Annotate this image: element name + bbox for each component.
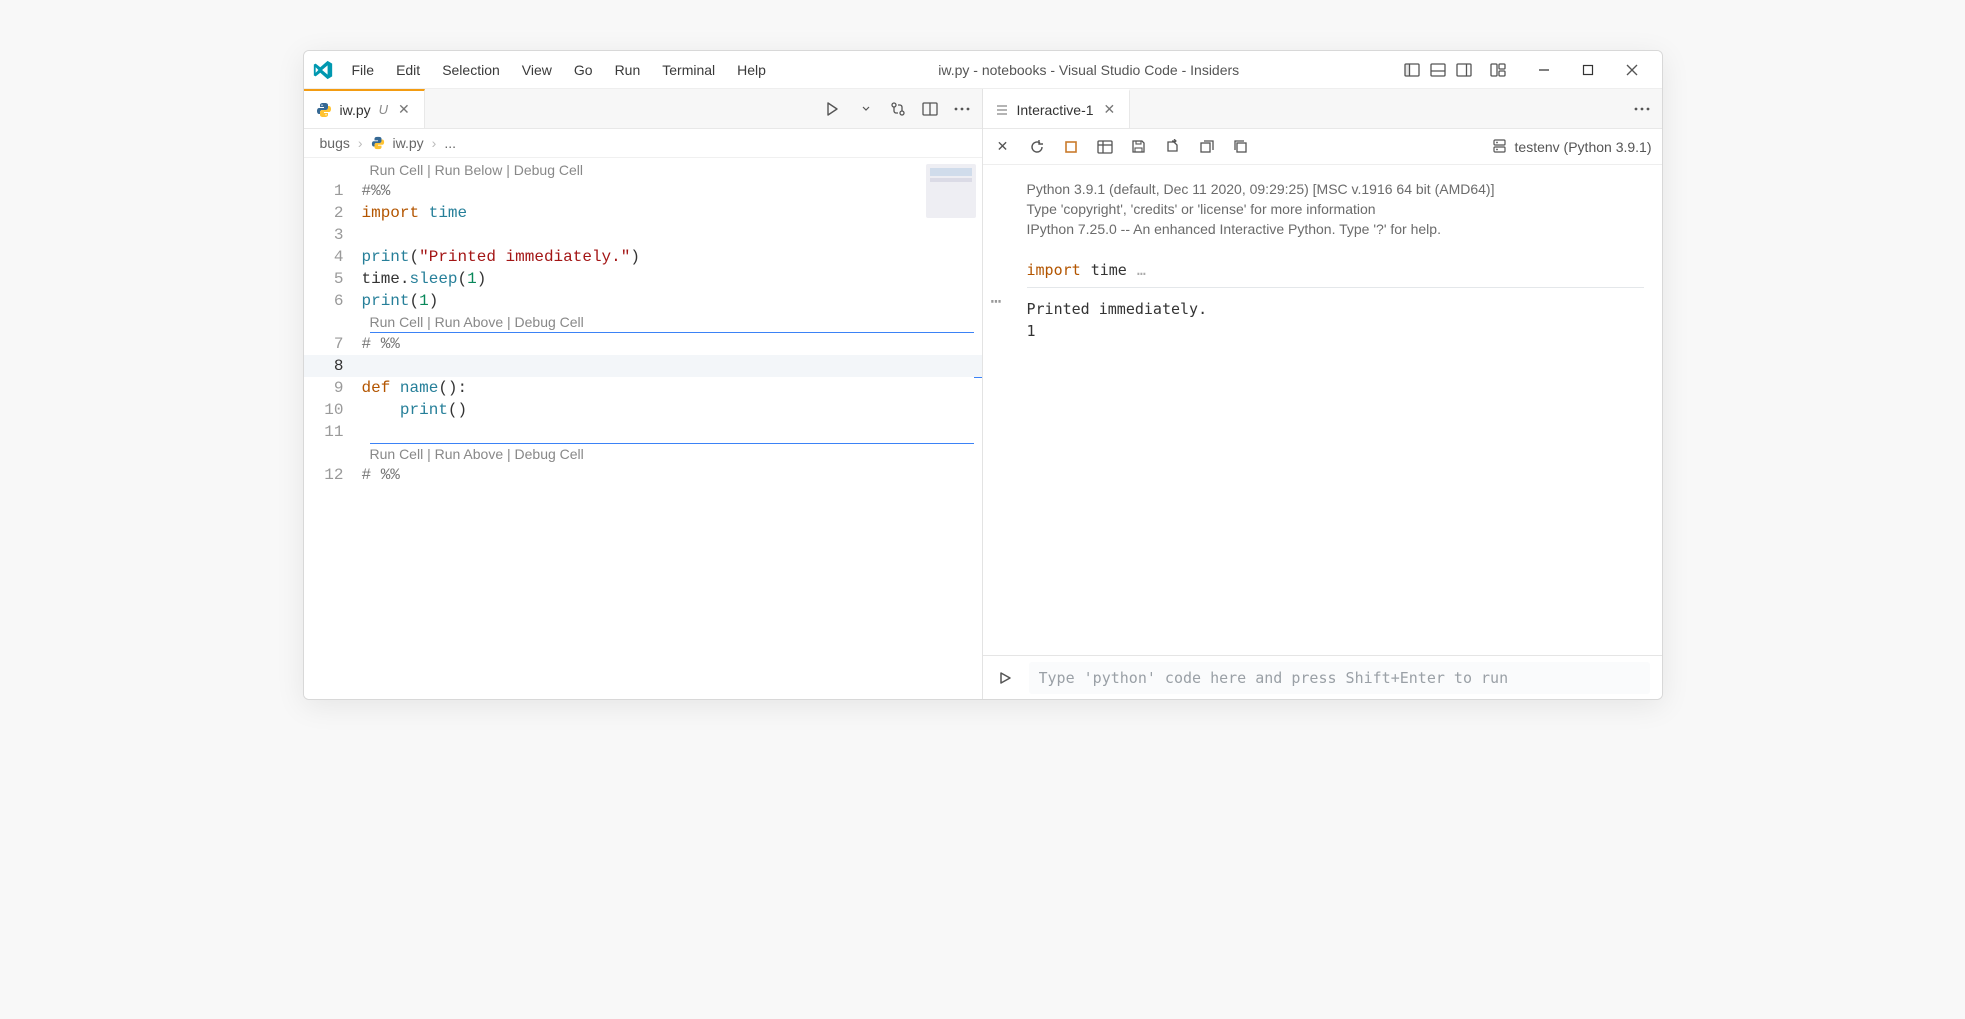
editor-area[interactable]: Run Cell | Run Below | Debug Cell 1#%% 2… [304,158,982,699]
interactive-output[interactable]: Python 3.9.1 (default, Dec 11 2020, 09:2… [983,165,1662,655]
interactive-input[interactable] [1029,662,1650,694]
tab-close-icon[interactable]: ✕ [1102,99,1118,120]
menu-selection[interactable]: Selection [432,58,510,82]
tab-label: iw.py [340,102,371,118]
kernel-selector[interactable]: testenv (Python 3.9.1) [1492,139,1652,155]
interactive-toolbar: ✕ testenv (Python 3.9.1) [983,129,1662,165]
breadcrumb-folder[interactable]: bugs [320,135,350,151]
vscode-insiders-logo-icon [310,57,336,83]
codelens-cell-3[interactable]: Run Cell | Run Above | Debug Cell [304,444,982,464]
expand-all-icon[interactable] [1197,137,1217,157]
menu-go[interactable]: Go [564,58,603,82]
interrupt-icon[interactable] [1061,137,1081,157]
breadcrumb-trail[interactable]: ... [444,135,456,151]
breadcrumb-separator-icon: › [358,135,363,151]
tab-dirty-indicator: U [379,102,388,117]
kernel-label: testenv (Python 3.9.1) [1515,139,1652,155]
editor-pane: iw.py U ✕ bugs › iw.p [304,89,983,699]
split-editor-icon[interactable] [920,99,940,119]
cell-collapse-icon[interactable]: ⋯ [991,291,1003,312]
python-file-icon [316,102,332,118]
code-editor[interactable]: Run Cell | Run Below | Debug Cell 1#%% 2… [304,158,982,486]
tab-label: Interactive-1 [1017,102,1094,118]
window-title: iw.py - notebooks - Visual Studio Code -… [776,62,1402,78]
window-controls [1402,53,1654,87]
codelens-cell-1[interactable]: Run Cell | Run Below | Debug Cell [304,160,982,180]
maximize-button[interactable] [1566,53,1610,87]
collapse-all-icon[interactable] [1231,137,1251,157]
git-compare-icon[interactable] [888,99,908,119]
editor-tabs: iw.py U ✕ [304,89,982,129]
tab-iwpy[interactable]: iw.py U ✕ [304,89,425,128]
editor-tab-actions [814,89,982,128]
cell-output-text: Printed immediately. 1 [1027,298,1644,342]
clear-icon[interactable]: ✕ [993,137,1013,157]
list-icon [995,103,1009,117]
breadcrumb[interactable]: bugs › iw.py › ... [304,129,982,158]
close-button[interactable] [1610,53,1654,87]
menu-edit[interactable]: Edit [386,58,430,82]
run-file-icon[interactable] [824,99,844,119]
execute-icon[interactable] [995,668,1015,688]
interactive-tabs: Interactive-1 ✕ [983,89,1662,129]
more-actions-icon[interactable] [1632,99,1652,119]
save-icon[interactable] [1129,137,1149,157]
menu-bar: File Edit Selection View Go Run Terminal… [342,58,776,82]
minimize-button[interactable] [1522,53,1566,87]
tab-close-icon[interactable]: ✕ [396,99,412,120]
layout-panel-icon[interactable] [1428,60,1448,80]
menu-run[interactable]: Run [605,58,651,82]
interactive-pane: Interactive-1 ✕ ✕ [983,89,1662,699]
python-file-icon [371,136,385,150]
breadcrumb-file[interactable]: iw.py [393,135,424,151]
breadcrumb-separator-icon: › [432,135,437,151]
editor-split: iw.py U ✕ bugs › iw.p [304,89,1662,699]
export-icon[interactable] [1163,137,1183,157]
codelens-cell-2[interactable]: Run Cell | Run Above | Debug Cell [304,312,982,332]
layout-sidebar-right-icon[interactable] [1454,60,1474,80]
variables-icon[interactable] [1095,137,1115,157]
app-window: File Edit Selection View Go Run Terminal… [303,50,1663,700]
title-bar: File Edit Selection View Go Run Terminal… [304,51,1662,89]
executed-cell-header[interactable]: import time … [1027,257,1644,288]
menu-file[interactable]: File [342,58,385,82]
customize-layout-icon[interactable] [1488,60,1508,80]
menu-help[interactable]: Help [727,58,776,82]
menu-view[interactable]: View [512,58,562,82]
layout-sidebar-left-icon[interactable] [1402,60,1422,80]
run-dropdown-icon[interactable] [856,99,876,119]
more-actions-icon[interactable] [952,99,972,119]
kernel-banner: Python 3.9.1 (default, Dec 11 2020, 09:2… [1027,179,1644,239]
menu-terminal[interactable]: Terminal [652,58,725,82]
interactive-tab-actions [1622,89,1662,128]
tab-interactive[interactable]: Interactive-1 ✕ [983,89,1131,128]
interactive-input-row [983,655,1662,699]
server-icon [1492,139,1507,155]
restart-icon[interactable] [1027,137,1047,157]
